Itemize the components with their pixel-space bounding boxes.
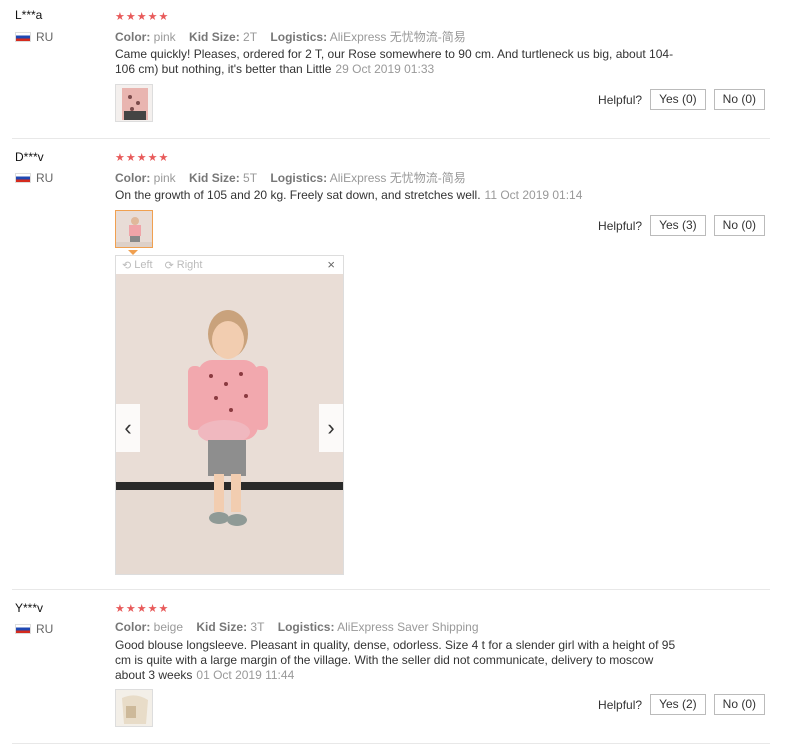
review-divider bbox=[12, 138, 770, 139]
review-date: 01 Oct 2019 11:44 bbox=[196, 668, 295, 682]
rotate-right-icon: ⟳ bbox=[164, 259, 174, 272]
close-icon[interactable]: × bbox=[327, 257, 335, 272]
chevron-right-icon: › bbox=[327, 415, 335, 440]
russia-flag-icon bbox=[15, 624, 31, 634]
viewer-photo: ‹ › bbox=[116, 274, 343, 574]
helpful-yes-button[interactable]: Yes (0) bbox=[650, 89, 706, 110]
photo-viewer: ⟲ Left ⟳ Right × ‹ › bbox=[115, 255, 344, 575]
helpful-label: Helpful? bbox=[598, 218, 643, 233]
helpful-no-button[interactable]: No (0) bbox=[713, 89, 765, 110]
review-attributes: Color: pink Kid Size: 5T Logistics: AliE… bbox=[115, 171, 466, 185]
helpful-label: Helpful? bbox=[598, 92, 643, 107]
viewer-toolbar: ⟲ Left ⟳ Right × bbox=[116, 256, 343, 274]
rotate-left-button[interactable]: ⟲ Left bbox=[122, 259, 153, 272]
helpful-controls: Helpful? Yes (0) No (0) bbox=[598, 89, 765, 110]
reviewer-country: RU bbox=[15, 622, 53, 636]
helpful-controls: Helpful? Yes (3) No (0) bbox=[598, 215, 765, 236]
review-date: 29 Oct 2019 01:33 bbox=[335, 62, 435, 76]
previous-photo-button[interactable]: ‹ bbox=[116, 404, 140, 452]
reviewer-country: RU bbox=[15, 171, 53, 185]
russia-flag-icon bbox=[15, 32, 31, 42]
helpful-yes-button[interactable]: Yes (2) bbox=[650, 694, 706, 715]
rotate-right-button[interactable]: ⟳ Right bbox=[165, 259, 203, 272]
review-divider bbox=[12, 589, 770, 590]
rotate-left-icon: ⟲ bbox=[122, 259, 132, 272]
review-photo-thumbnail[interactable] bbox=[115, 689, 153, 727]
review-text: On the growth of 105 and 20 kg. Freely s… bbox=[115, 188, 583, 202]
chevron-left-icon: ‹ bbox=[124, 415, 132, 440]
rating-stars: ★★★★★ bbox=[115, 603, 170, 615]
reviewer-country: RU bbox=[15, 30, 53, 44]
helpful-no-button[interactable]: No (0) bbox=[713, 215, 765, 236]
rating-stars: ★★★★★ bbox=[115, 11, 170, 23]
reviewer-name: Y***v bbox=[15, 601, 44, 615]
review-photo-thumbnail[interactable] bbox=[115, 84, 153, 122]
review-text: Good blouse longsleeve. Pleasant in qual… bbox=[115, 638, 676, 682]
helpful-yes-button[interactable]: Yes (3) bbox=[650, 215, 706, 236]
reviewer-name: L***a bbox=[15, 8, 43, 22]
russia-flag-icon bbox=[15, 173, 31, 183]
next-photo-button[interactable]: › bbox=[319, 404, 343, 452]
helpful-no-button[interactable]: No (0) bbox=[713, 694, 765, 715]
rating-stars: ★★★★★ bbox=[115, 152, 170, 164]
review-divider bbox=[12, 743, 770, 744]
review-attributes: Color: beige Kid Size: 3T Logistics: Ali… bbox=[115, 620, 479, 634]
review-date: 11 Oct 2019 01:14 bbox=[484, 188, 583, 202]
review-photo-thumbnail[interactable] bbox=[115, 210, 153, 248]
helpful-label: Helpful? bbox=[598, 697, 643, 712]
helpful-controls: Helpful? Yes (2) No (0) bbox=[598, 694, 765, 715]
review-text: Came quickly! Pleases, ordered for 2 T, … bbox=[115, 47, 674, 76]
reviewer-name: D***v bbox=[15, 150, 44, 164]
review-attributes: Color: pink Kid Size: 2T Logistics: AliE… bbox=[115, 30, 466, 44]
